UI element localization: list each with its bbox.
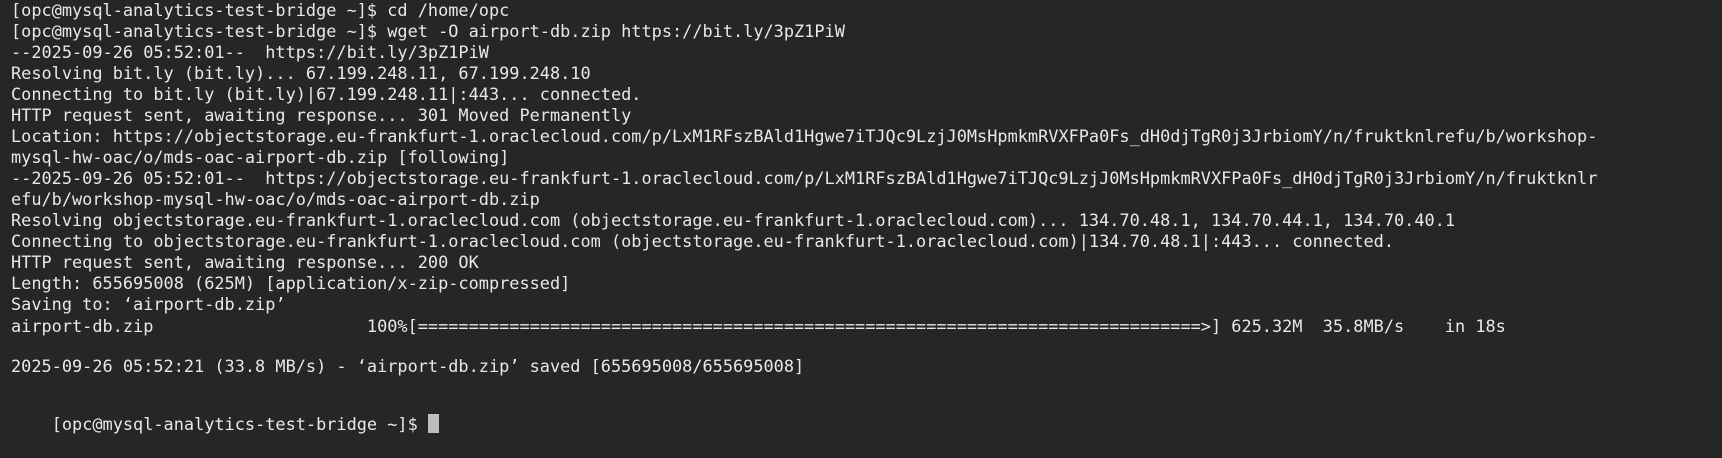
terminal-line-saving-to: Saving to: ‘airport-db.zip’ xyxy=(11,294,286,314)
terminal-line-saved: 2025-09-26 05:52:21 (33.8 MB/s) - ‘airpo… xyxy=(11,356,805,376)
terminal-line-resolving-bitly: Resolving bit.ly (bit.ly)... 67.199.248.… xyxy=(11,63,591,83)
terminal-cursor[interactable] xyxy=(427,414,439,433)
terminal-prompt-line[interactable]: [opc@mysql-analytics-test-bridge ~]$ xyxy=(11,393,439,434)
terminal-line-timestamp-2-wrap: efu/b/workshop-mysql-hw-oac/o/mds-oac-ai… xyxy=(11,189,540,209)
terminal-prompt: [opc@mysql-analytics-test-bridge ~]$ xyxy=(51,414,428,434)
terminal-window[interactable]: [opc@mysql-analytics-test-bridge ~]$ cd … xyxy=(0,0,1722,458)
terminal-line-resolving-objectstorage: Resolving objectstorage.eu-frankfurt-1.o… xyxy=(11,210,1456,230)
terminal-line-timestamp-2: --2025-09-26 05:52:01-- https://objectst… xyxy=(11,168,1598,188)
terminal-line-connecting-bitly: Connecting to bit.ly (bit.ly)|67.199.248… xyxy=(11,84,642,104)
terminal-line-http-301: HTTP request sent, awaiting response... … xyxy=(11,105,632,125)
terminal-line-location-wrap: mysql-hw-oac/o/mds-oac-airport-db.zip [f… xyxy=(11,147,510,167)
terminal-line-http-200: HTTP request sent, awaiting response... … xyxy=(11,252,479,272)
terminal-line-wget-command: [opc@mysql-analytics-test-bridge ~]$ wge… xyxy=(11,21,845,41)
terminal-line-location: Location: https://objectstorage.eu-frank… xyxy=(11,126,1598,146)
terminal-line-progress: airport-db.zip 100%[====================… xyxy=(11,316,1506,336)
terminal-line-length: Length: 655695008 (625M) [application/x-… xyxy=(11,273,571,293)
terminal-line-timestamp-1: --2025-09-26 05:52:01-- https://bit.ly/3… xyxy=(11,42,489,62)
terminal-line-cd: [opc@mysql-analytics-test-bridge ~]$ cd … xyxy=(11,0,510,20)
terminal-line-connecting-objectstorage: Connecting to objectstorage.eu-frankfurt… xyxy=(11,231,1394,251)
